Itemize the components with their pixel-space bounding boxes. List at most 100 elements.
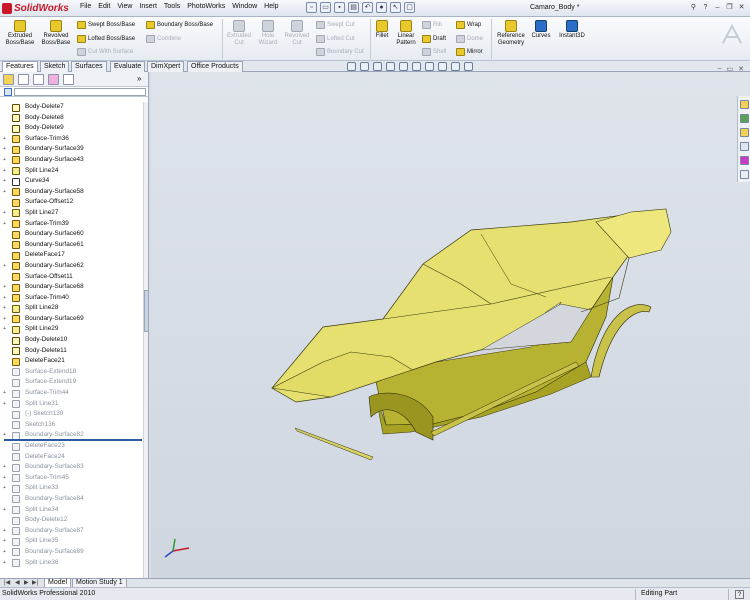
close-icon[interactable]: ✕ (737, 3, 746, 12)
expand-icon[interactable]: + (3, 486, 8, 491)
dome-button[interactable]: Dome (456, 35, 483, 43)
tree-item[interactable]: DeleteFace23 (0, 441, 143, 452)
reference-geometry-button[interactable]: Reference Geometry (494, 20, 528, 47)
open-icon[interactable]: ▭ (320, 2, 331, 13)
tab-dimxpert[interactable]: DimXpert (147, 61, 185, 72)
tab-features[interactable]: Features (2, 61, 38, 72)
new-document-icon[interactable]: ▫ (306, 2, 317, 13)
scroll-thumb[interactable] (144, 290, 148, 332)
expand-icon[interactable]: + (3, 147, 8, 152)
tree-item[interactable]: Boundary-Surface61 (0, 240, 143, 251)
help-icon[interactable]: ? (701, 3, 710, 12)
wrap-button[interactable]: Wrap (456, 21, 481, 29)
filter-icon[interactable] (4, 88, 12, 96)
expand-icon[interactable]: + (3, 327, 8, 332)
expand-icon[interactable]: + (3, 157, 8, 163)
lofted-cut-button[interactable]: Lofted Cut (316, 35, 355, 43)
expand-icon[interactable]: + (3, 189, 8, 195)
display-manager-tab-icon[interactable] (63, 74, 74, 85)
tree-item[interactable]: Surface-Offset12 (0, 197, 143, 208)
expand-icon[interactable]: + (3, 263, 8, 269)
select-icon[interactable]: ↖ (390, 2, 401, 13)
tab-next-icon[interactable]: ▶ (24, 579, 29, 586)
expand-icon[interactable]: + (3, 136, 8, 142)
swept-cut-button[interactable]: Swept Cut (316, 21, 355, 29)
tree-item[interactable]: + Split Line29 (0, 324, 143, 335)
tree-item[interactable]: + Split Line28 (0, 303, 143, 314)
appearances-icon[interactable] (739, 156, 749, 165)
tree-item[interactable]: + Boundary-Surface58 (0, 187, 143, 198)
hole-wizard-button[interactable]: Hole Wizard (255, 20, 281, 47)
tree-item[interactable]: + Boundary-Surface39 (0, 144, 143, 155)
tree-item[interactable]: Body-Delete12 (0, 515, 143, 526)
expand-icon[interactable]: + (3, 539, 8, 544)
instant3d-button[interactable]: Instant3D (556, 20, 588, 40)
tree-item[interactable]: + Surface-Trim36 (0, 134, 143, 145)
file-explorer-icon[interactable] (739, 128, 749, 137)
tree-item[interactable]: + Boundary-Surface62 (0, 261, 143, 272)
tree-item[interactable]: Surface-Extend19 (0, 377, 143, 388)
tree-item[interactable]: Body-Delete9 (0, 123, 143, 134)
viewport-restore-icon[interactable]: ▭ (727, 65, 734, 73)
property-manager-tab-icon[interactable] (18, 74, 29, 85)
expand-icon[interactable]: + (3, 528, 8, 534)
revolved-boss-button[interactable]: Revolved Boss/Base (40, 20, 72, 47)
tree-item[interactable]: + Curve34 (0, 176, 143, 187)
tree-item[interactable]: + Boundary-Surface68 (0, 282, 143, 293)
tree-item[interactable]: Surface-Extend18 (0, 367, 143, 378)
boundary-cut-button[interactable]: Boundary Cut (316, 48, 364, 56)
tree-item[interactable]: Body-Delete7 (0, 102, 143, 113)
viewport-close-icon[interactable]: ✕ (738, 65, 744, 73)
panel-expand-icon[interactable]: » (137, 74, 148, 85)
options-icon[interactable]: ▢ (404, 2, 415, 13)
expand-icon[interactable]: + (3, 168, 8, 174)
car-body-model[interactable] (151, 72, 750, 578)
expand-icon[interactable]: + (3, 465, 8, 470)
tree-item[interactable]: Body-Delete11 (0, 346, 143, 357)
search-icon[interactable]: ⚲ (689, 3, 698, 12)
menu-photoworks[interactable]: PhotoWorks (187, 3, 225, 10)
swept-boss-button[interactable]: Swept Boss/Base (77, 21, 135, 29)
tree-item[interactable]: + Split Line27 (0, 208, 143, 219)
extruded-cut-button[interactable]: Extruded Cut (225, 20, 253, 47)
menu-insert[interactable]: Insert (139, 3, 157, 10)
design-library-icon[interactable] (739, 114, 749, 123)
tree-item[interactable]: Surface-Offset11 (0, 272, 143, 283)
expand-icon[interactable]: + (3, 221, 8, 227)
tree-item[interactable]: + Boundary-Surface69 (0, 314, 143, 325)
menu-tools[interactable]: Tools (164, 3, 180, 10)
tree-scrollbar[interactable] (143, 102, 148, 578)
restore-icon[interactable]: ❐ (725, 3, 734, 12)
solidworks-resources-icon[interactable] (739, 100, 749, 109)
tab-last-icon[interactable]: ▶| (32, 579, 38, 586)
view-orientation-icon[interactable] (399, 62, 408, 71)
tree-item[interactable]: + Split Line24 (0, 166, 143, 177)
tree-item[interactable]: + Split Line33 (0, 483, 143, 494)
tab-office-products[interactable]: Office Products (187, 61, 243, 72)
tree-item[interactable]: + Boundary-Surface89 (0, 547, 143, 558)
tree-item[interactable]: + Boundary-Surface43 (0, 155, 143, 166)
fillet-button[interactable]: Fillet (372, 20, 392, 40)
tree-item[interactable]: Boundary-Surface60 (0, 229, 143, 240)
menu-view[interactable]: View (117, 3, 132, 10)
linear-pattern-button[interactable]: Linear Pattern (393, 20, 419, 47)
graphics-area[interactable]: – ▭ ✕ (151, 62, 750, 578)
tree-item[interactable]: + Split Line35 (0, 536, 143, 547)
tree-item[interactable]: Body-Delete8 (0, 113, 143, 124)
custom-properties-icon[interactable] (739, 170, 749, 179)
rollback-bar[interactable] (4, 439, 142, 441)
zoom-to-fit-icon[interactable] (347, 62, 356, 71)
tree-item[interactable]: + Surface-Trim40 (0, 293, 143, 304)
menu-window[interactable]: Window (232, 3, 257, 10)
tree-item[interactable]: Body-Delete10 (0, 335, 143, 346)
lofted-boss-button[interactable]: Lofted Boss/Base (77, 35, 135, 43)
undo-icon[interactable]: ↶ (362, 2, 373, 13)
tab-evaluate[interactable]: Evaluate (110, 61, 146, 72)
tab-first-icon[interactable]: |◀ (4, 579, 10, 586)
tree-item[interactable]: Boundary-Surface84 (0, 494, 143, 505)
feature-manager-tab-icon[interactable] (3, 74, 14, 85)
filter-input[interactable] (14, 88, 146, 96)
configuration-manager-tab-icon[interactable] (33, 74, 44, 85)
display-style-icon[interactable] (412, 62, 421, 71)
mirror-button[interactable]: Mirror (456, 48, 483, 56)
